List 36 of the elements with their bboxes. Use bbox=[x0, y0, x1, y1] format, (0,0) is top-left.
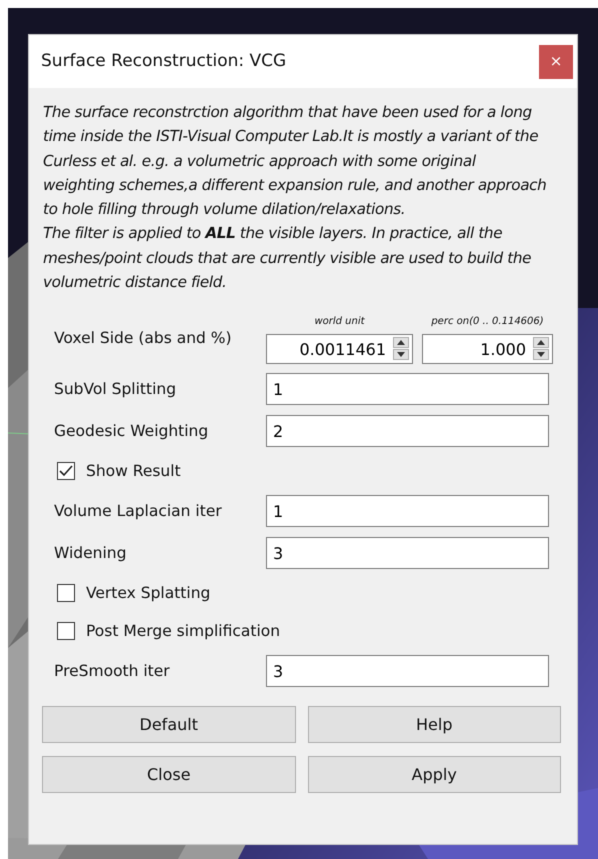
field-label: SubVol Splitting bbox=[54, 378, 178, 400]
checkbox-label: Show Result bbox=[86, 460, 181, 482]
unit-caption: world unit bbox=[314, 315, 365, 330]
spin-up-button[interactable] bbox=[393, 337, 409, 348]
field-label: Widening bbox=[54, 542, 128, 564]
dialog-button[interactable]: Close bbox=[42, 756, 296, 794]
down-arrow-icon bbox=[537, 352, 545, 358]
spin-down-button[interactable] bbox=[533, 349, 549, 360]
field-label: Volume Laplacian iter bbox=[54, 500, 223, 522]
window-title: Surface Reconstruction: VCG bbox=[41, 50, 286, 73]
input-field[interactable]: 3 bbox=[266, 537, 549, 570]
input-field[interactable]: 1 bbox=[266, 495, 549, 528]
field-label: PreSmooth iter bbox=[54, 660, 171, 682]
dialog-button[interactable]: Apply bbox=[308, 756, 561, 794]
close-button[interactable]: × bbox=[539, 44, 573, 78]
description-text: The surface reconstrction algorithm that have been used for a long time inside the ISTI-Visual Computer Lab.It is mostly a variant of the Curless et al. e.g. a volumetric approach with some original weighting schemes,a different expansion rule, and another approach to hole filling through volume dilation/relaxations. The filter is applied to ALL the visible layers. In practice, all the meshes/point clouds that are currently visible are used to build the volumetric distance field. bbox=[42, 102, 548, 294]
spin-down-button[interactable] bbox=[393, 349, 409, 360]
field-label: Geodesic Weighting bbox=[54, 420, 210, 442]
checkbox[interactable] bbox=[57, 622, 75, 640]
spin-field[interactable]: 1.000 bbox=[422, 334, 553, 364]
spin-up-button[interactable] bbox=[533, 337, 549, 348]
down-arrow-icon bbox=[397, 352, 405, 358]
unit-caption: perc on(0 .. 0.114606) bbox=[431, 315, 544, 330]
checkbox-label: Vertex Splatting bbox=[86, 582, 210, 604]
input-field[interactable]: 1 bbox=[266, 373, 549, 406]
checkbox-label: Post Merge simplification bbox=[86, 620, 280, 642]
dialog-button[interactable]: Default bbox=[42, 706, 296, 744]
spin-field[interactable]: 0.0011461 bbox=[266, 334, 413, 364]
checkbox[interactable] bbox=[57, 584, 75, 602]
input-field[interactable]: 2 bbox=[266, 415, 549, 448]
up-arrow-icon bbox=[537, 340, 545, 346]
field-label: Voxel Side (abs and %) bbox=[54, 328, 233, 350]
up-arrow-icon bbox=[397, 340, 405, 346]
dialog-button[interactable]: Help bbox=[308, 706, 561, 744]
checkbox[interactable] bbox=[57, 462, 75, 480]
input-field[interactable]: 3 bbox=[266, 655, 549, 688]
